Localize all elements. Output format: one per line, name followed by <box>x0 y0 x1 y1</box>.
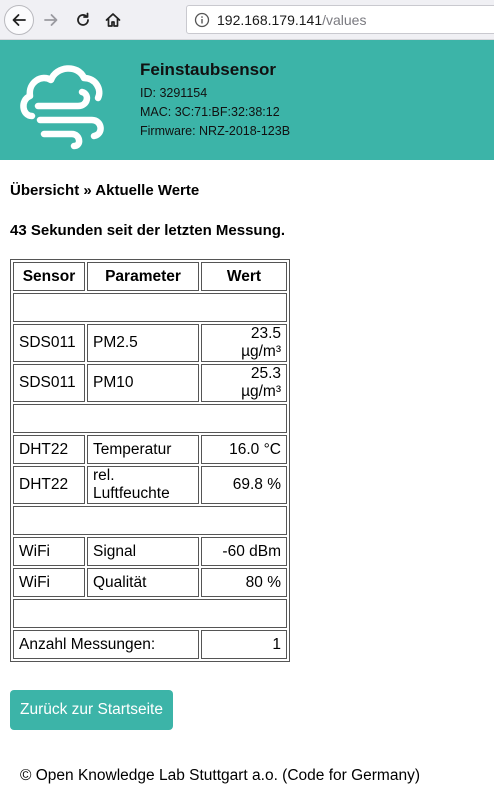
cell-value: 69.8 % <box>201 466 287 504</box>
home-icon <box>105 12 121 27</box>
breadcrumb: Übersicht » Aktuelle Werte <box>10 182 200 199</box>
table-row: DHT22 Temperatur 16.0 °C <box>13 435 287 464</box>
measurement-status: 43 Sekunden seit der letzten Messung. <box>10 222 286 239</box>
cell-value: 80 % <box>201 568 287 597</box>
cell-value: 16.0 °C <box>201 435 287 464</box>
firmware-version: Firmware: NRZ-2018-123B <box>140 124 291 138</box>
url-path: /values <box>322 11 367 28</box>
cell-parameter: PM2.5 <box>87 324 199 362</box>
back-to-start-button[interactable]: Zurück zur Startseite <box>10 690 173 730</box>
main-content: Übersicht » Aktuelle Werte 43 Sekunden s… <box>10 160 484 785</box>
cell-sensor: SDS011 <box>13 324 85 362</box>
column-header-parameter: Parameter <box>87 262 199 291</box>
table-row: WiFi Signal -60 dBm <box>13 537 287 566</box>
cell-parameter: rel. Luftfeuchte <box>87 466 199 504</box>
cell-parameter: Qualität <box>87 568 199 597</box>
table-row: SDS011 PM2.5 23.5 µg/m³ <box>13 324 287 362</box>
footer-text: © Open Knowledge Lab Stuttgart a.o. (Cod… <box>20 767 420 784</box>
table-spacer-row <box>13 506 287 535</box>
table-spacer-row <box>13 404 287 433</box>
url-bar[interactable]: 192.168.179.141/values <box>186 5 494 34</box>
count-value: 1 <box>201 630 287 659</box>
cell-sensor: SDS011 <box>13 364 85 402</box>
column-header-value: Wert <box>201 262 287 291</box>
arrow-right-icon <box>44 13 58 26</box>
cell-sensor: DHT22 <box>13 435 85 464</box>
reload-button[interactable] <box>68 5 98 35</box>
cell-parameter: Signal <box>87 537 199 566</box>
table-header-row: Sensor Parameter Wert <box>13 262 287 291</box>
cell-sensor: DHT22 <box>13 466 85 504</box>
count-label: Anzahl Messungen: <box>13 630 199 659</box>
table-spacer-row <box>13 293 287 322</box>
cell-value: 25.3 µg/m³ <box>201 364 287 402</box>
table-row-count: Anzahl Messungen: 1 <box>13 630 287 659</box>
back-button[interactable] <box>4 4 34 35</box>
page-title: Feinstaubsensor <box>140 60 277 79</box>
forward-button[interactable] <box>36 5 66 35</box>
arrow-left-icon <box>12 13 26 26</box>
reload-icon <box>77 12 89 26</box>
url-host: 192.168.179.141 <box>217 11 323 28</box>
header-info: Feinstaubsensor ID: 3291154 MAC: 3C:71:B… <box>140 60 290 141</box>
cell-sensor: WiFi <box>13 568 85 597</box>
sensor-id: ID: 3291154 <box>140 86 208 100</box>
table-row: WiFi Qualität 80 % <box>13 568 287 597</box>
cell-parameter: Temperatur <box>87 435 199 464</box>
cloud-wind-icon <box>18 58 106 155</box>
column-header-sensor: Sensor <box>13 262 85 291</box>
cell-value: 23.5 µg/m³ <box>201 324 287 362</box>
mac-address: MAC: 3C:71:BF:32:38:12 <box>140 105 280 119</box>
cell-parameter: PM10 <box>87 364 199 402</box>
table-spacer-row <box>13 599 287 628</box>
browser-toolbar: 192.168.179.141/values <box>0 0 494 40</box>
table-row: DHT22 rel. Luftfeuchte 69.8 % <box>13 466 287 504</box>
values-table: Sensor Parameter Wert SDS011 PM2.5 23.5 … <box>10 259 290 662</box>
cell-sensor: WiFi <box>13 537 85 566</box>
table-row: SDS011 PM10 25.3 µg/m³ <box>13 364 287 402</box>
home-button[interactable] <box>98 5 128 35</box>
page-header: Feinstaubsensor ID: 3291154 MAC: 3C:71:B… <box>0 40 494 160</box>
cell-value: -60 dBm <box>201 537 287 566</box>
info-icon[interactable] <box>187 12 217 28</box>
